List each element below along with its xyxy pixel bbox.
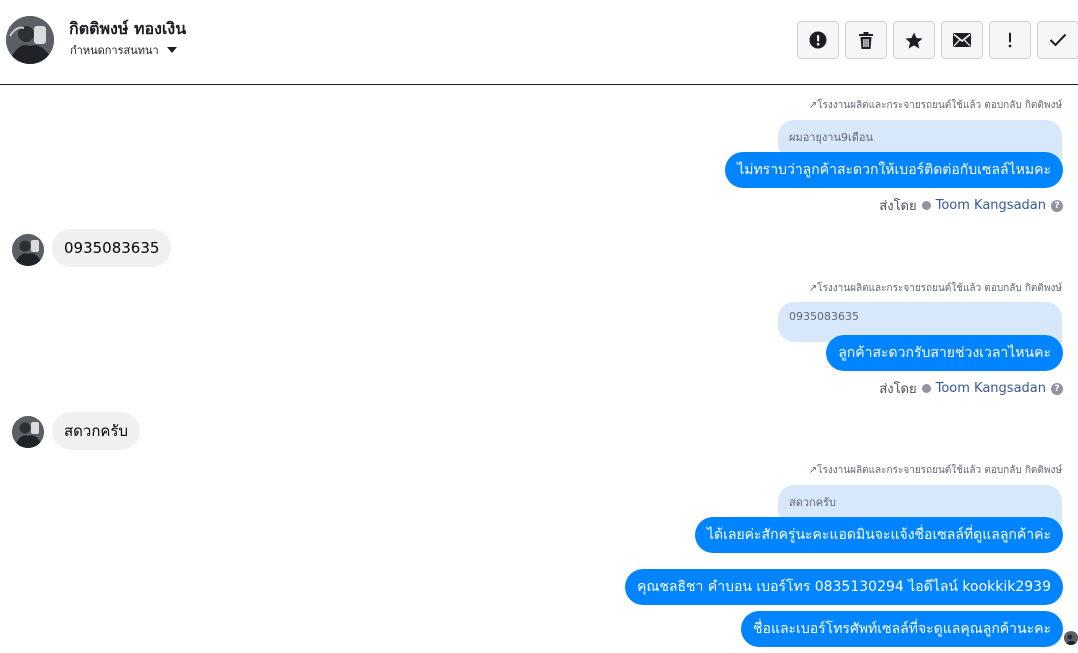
assign-conversation-label: กำหนดการสนทนา <box>70 44 159 57</box>
quoted-message-text: 0935083635 <box>789 310 859 323</box>
envelope-icon <box>953 33 971 47</box>
message-thread: ↗โรงงานผลิตและกระจายรถยนต์ใช้แล้ว ตอบกลั… <box>0 86 1078 653</box>
contact-avatar-small[interactable] <box>12 416 44 448</box>
star-icon <box>905 32 923 48</box>
help-icon[interactable]: ? <box>1051 382 1063 395</box>
delete-button[interactable] <box>845 21 887 59</box>
reply-arrow-icon: ↗ <box>808 465 818 476</box>
mark-spam-button[interactable] <box>797 21 839 59</box>
mark-important-button[interactable] <box>989 21 1031 59</box>
mark-done-button[interactable] <box>1037 21 1078 59</box>
mark-unread-button[interactable] <box>941 21 983 59</box>
contact-avatar-small[interactable] <box>12 234 44 266</box>
outgoing-message-bubble[interactable]: ไม่ทราบว่าลูกค้าสะดวกให้เบอร์ติดต่อกับเซ… <box>725 152 1063 188</box>
reply-arrow-icon: ↗ <box>808 100 818 111</box>
reply-context-text: โรงงานผลิตและกระจายรถยนต์ใช้แล้ว ตอบกลับ… <box>817 465 1062 476</box>
alert-circle-icon <box>809 31 827 49</box>
sent-by-name[interactable]: Toom Kangsadan <box>936 381 1046 396</box>
sent-by-label: ส่งโดย <box>879 382 917 397</box>
quoted-message-text: ผมอายุงาน9เดือน <box>789 131 874 144</box>
outgoing-message-bubble[interactable]: คุณชลธิชา คำบอน เบอร์โทร 0835130294 ไอดี… <box>625 569 1063 605</box>
outgoing-message-bubble[interactable]: ลูกค้าสะดวกรับสายช่วงเวลาไหนคะ <box>826 335 1063 371</box>
seen-avatar <box>1064 631 1078 645</box>
caret-down-icon <box>166 47 177 53</box>
incoming-message-bubble[interactable]: 0935083635 <box>52 229 172 267</box>
reply-arrow-icon: ↗ <box>808 283 818 294</box>
outgoing-message-bubble[interactable]: ได้เลยค่ะสักครู่นะคะแอดมินจะแจ้งชื่อเซลล… <box>694 517 1063 553</box>
sent-by-line: ส่งโดย Toom Kangsadan ? <box>879 378 1063 399</box>
conversation-header: กิตติพงษ์ ทองเงิน กำหนดการสนทนา <box>0 0 1078 85</box>
assign-conversation-dropdown[interactable]: กำหนดการสนทนา <box>70 41 177 59</box>
help-icon[interactable]: ? <box>1051 199 1063 212</box>
exclamation-icon <box>1008 32 1012 48</box>
reply-context: ↗โรงงานผลิตและกระจายรถยนต์ใช้แล้ว ตอบกลั… <box>809 463 1062 478</box>
incoming-message-bubble[interactable]: สดวกครับ <box>52 412 141 450</box>
contact-name[interactable]: กิตติพงษ์ ทองเงิน <box>69 17 186 42</box>
sent-by-line: ส่งโดย Toom Kangsadan ? <box>879 195 1063 216</box>
star-button[interactable] <box>893 21 935 59</box>
quoted-message-text: สดวกครับ <box>789 496 836 509</box>
reply-context: ↗โรงงานผลิตและกระจายรถยนต์ใช้แล้ว ตอบกลั… <box>809 98 1062 113</box>
trash-icon <box>859 31 873 49</box>
checkmark-icon <box>1049 33 1067 47</box>
outgoing-message-bubble[interactable]: ชื่อและเบอร์โทรศัพท์เซลล์ที่จะดูแลคุณลูก… <box>741 611 1063 647</box>
reply-context: ↗โรงงานผลิตและกระจายรถยนต์ใช้แล้ว ตอบกลั… <box>809 281 1062 296</box>
verified-icon <box>921 201 931 210</box>
contact-avatar[interactable] <box>6 16 54 64</box>
sent-by-name[interactable]: Toom Kangsadan <box>936 198 1046 213</box>
reply-context-text: โรงงานผลิตและกระจายรถยนต์ใช้แล้ว ตอบกลับ… <box>817 100 1062 111</box>
reply-context-text: โรงงานผลิตและกระจายรถยนต์ใช้แล้ว ตอบกลับ… <box>817 283 1062 294</box>
verified-icon <box>921 384 931 393</box>
sent-by-label: ส่งโดย <box>879 199 917 214</box>
